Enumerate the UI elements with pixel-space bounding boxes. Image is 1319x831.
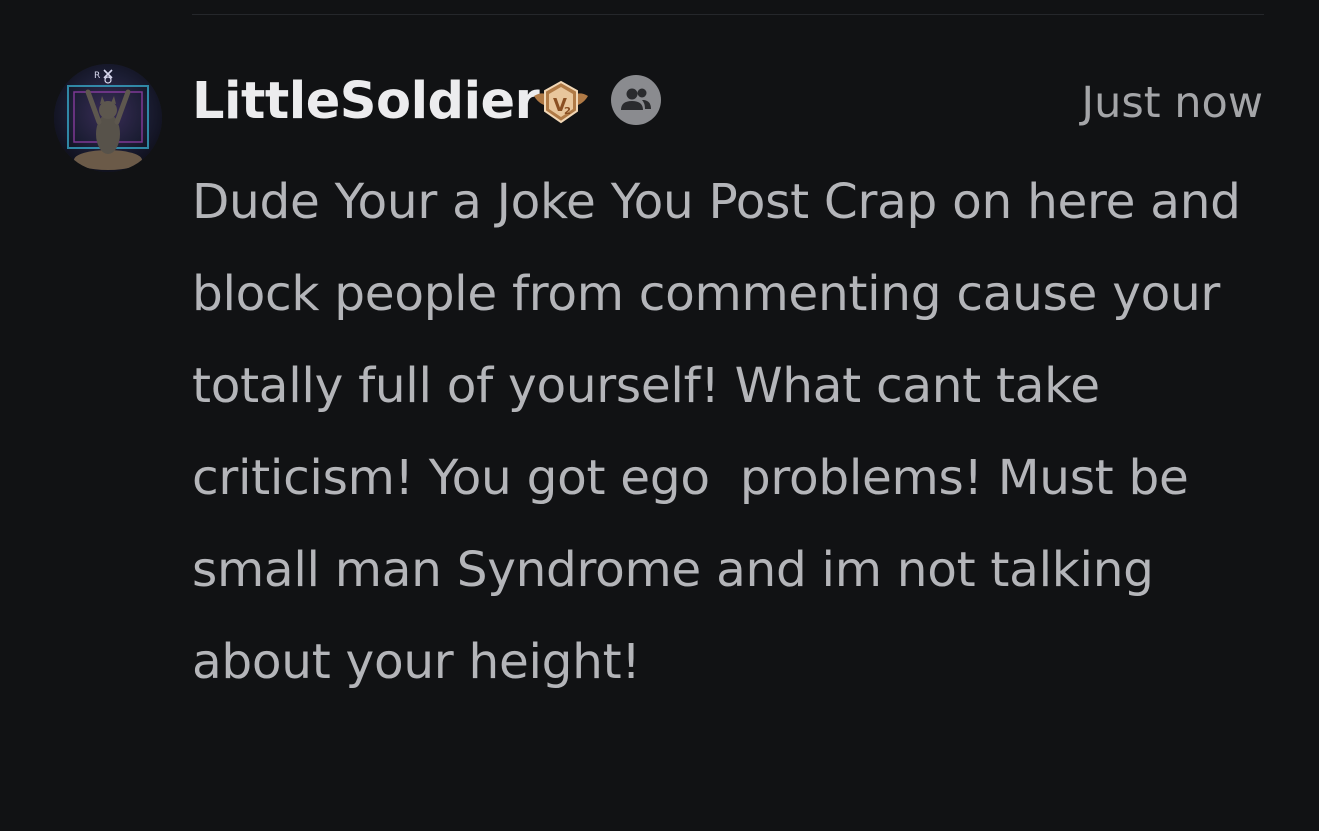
top-divider [192, 14, 1264, 15]
avatar-image: R [54, 64, 162, 172]
user-avatar[interactable]: R [54, 64, 162, 172]
avatar-logo-text: R [94, 71, 100, 81]
level-badge-icon: V 2 [532, 78, 590, 128]
author-name[interactable]: LittleSoldier [192, 72, 540, 132]
comment-body: Dude Your a Joke You Post Crap on here a… [192, 174, 1256, 690]
comment-timestamp: Just now [1081, 78, 1263, 128]
svg-text:2: 2 [564, 106, 571, 117]
group-members-icon[interactable] [610, 74, 662, 126]
